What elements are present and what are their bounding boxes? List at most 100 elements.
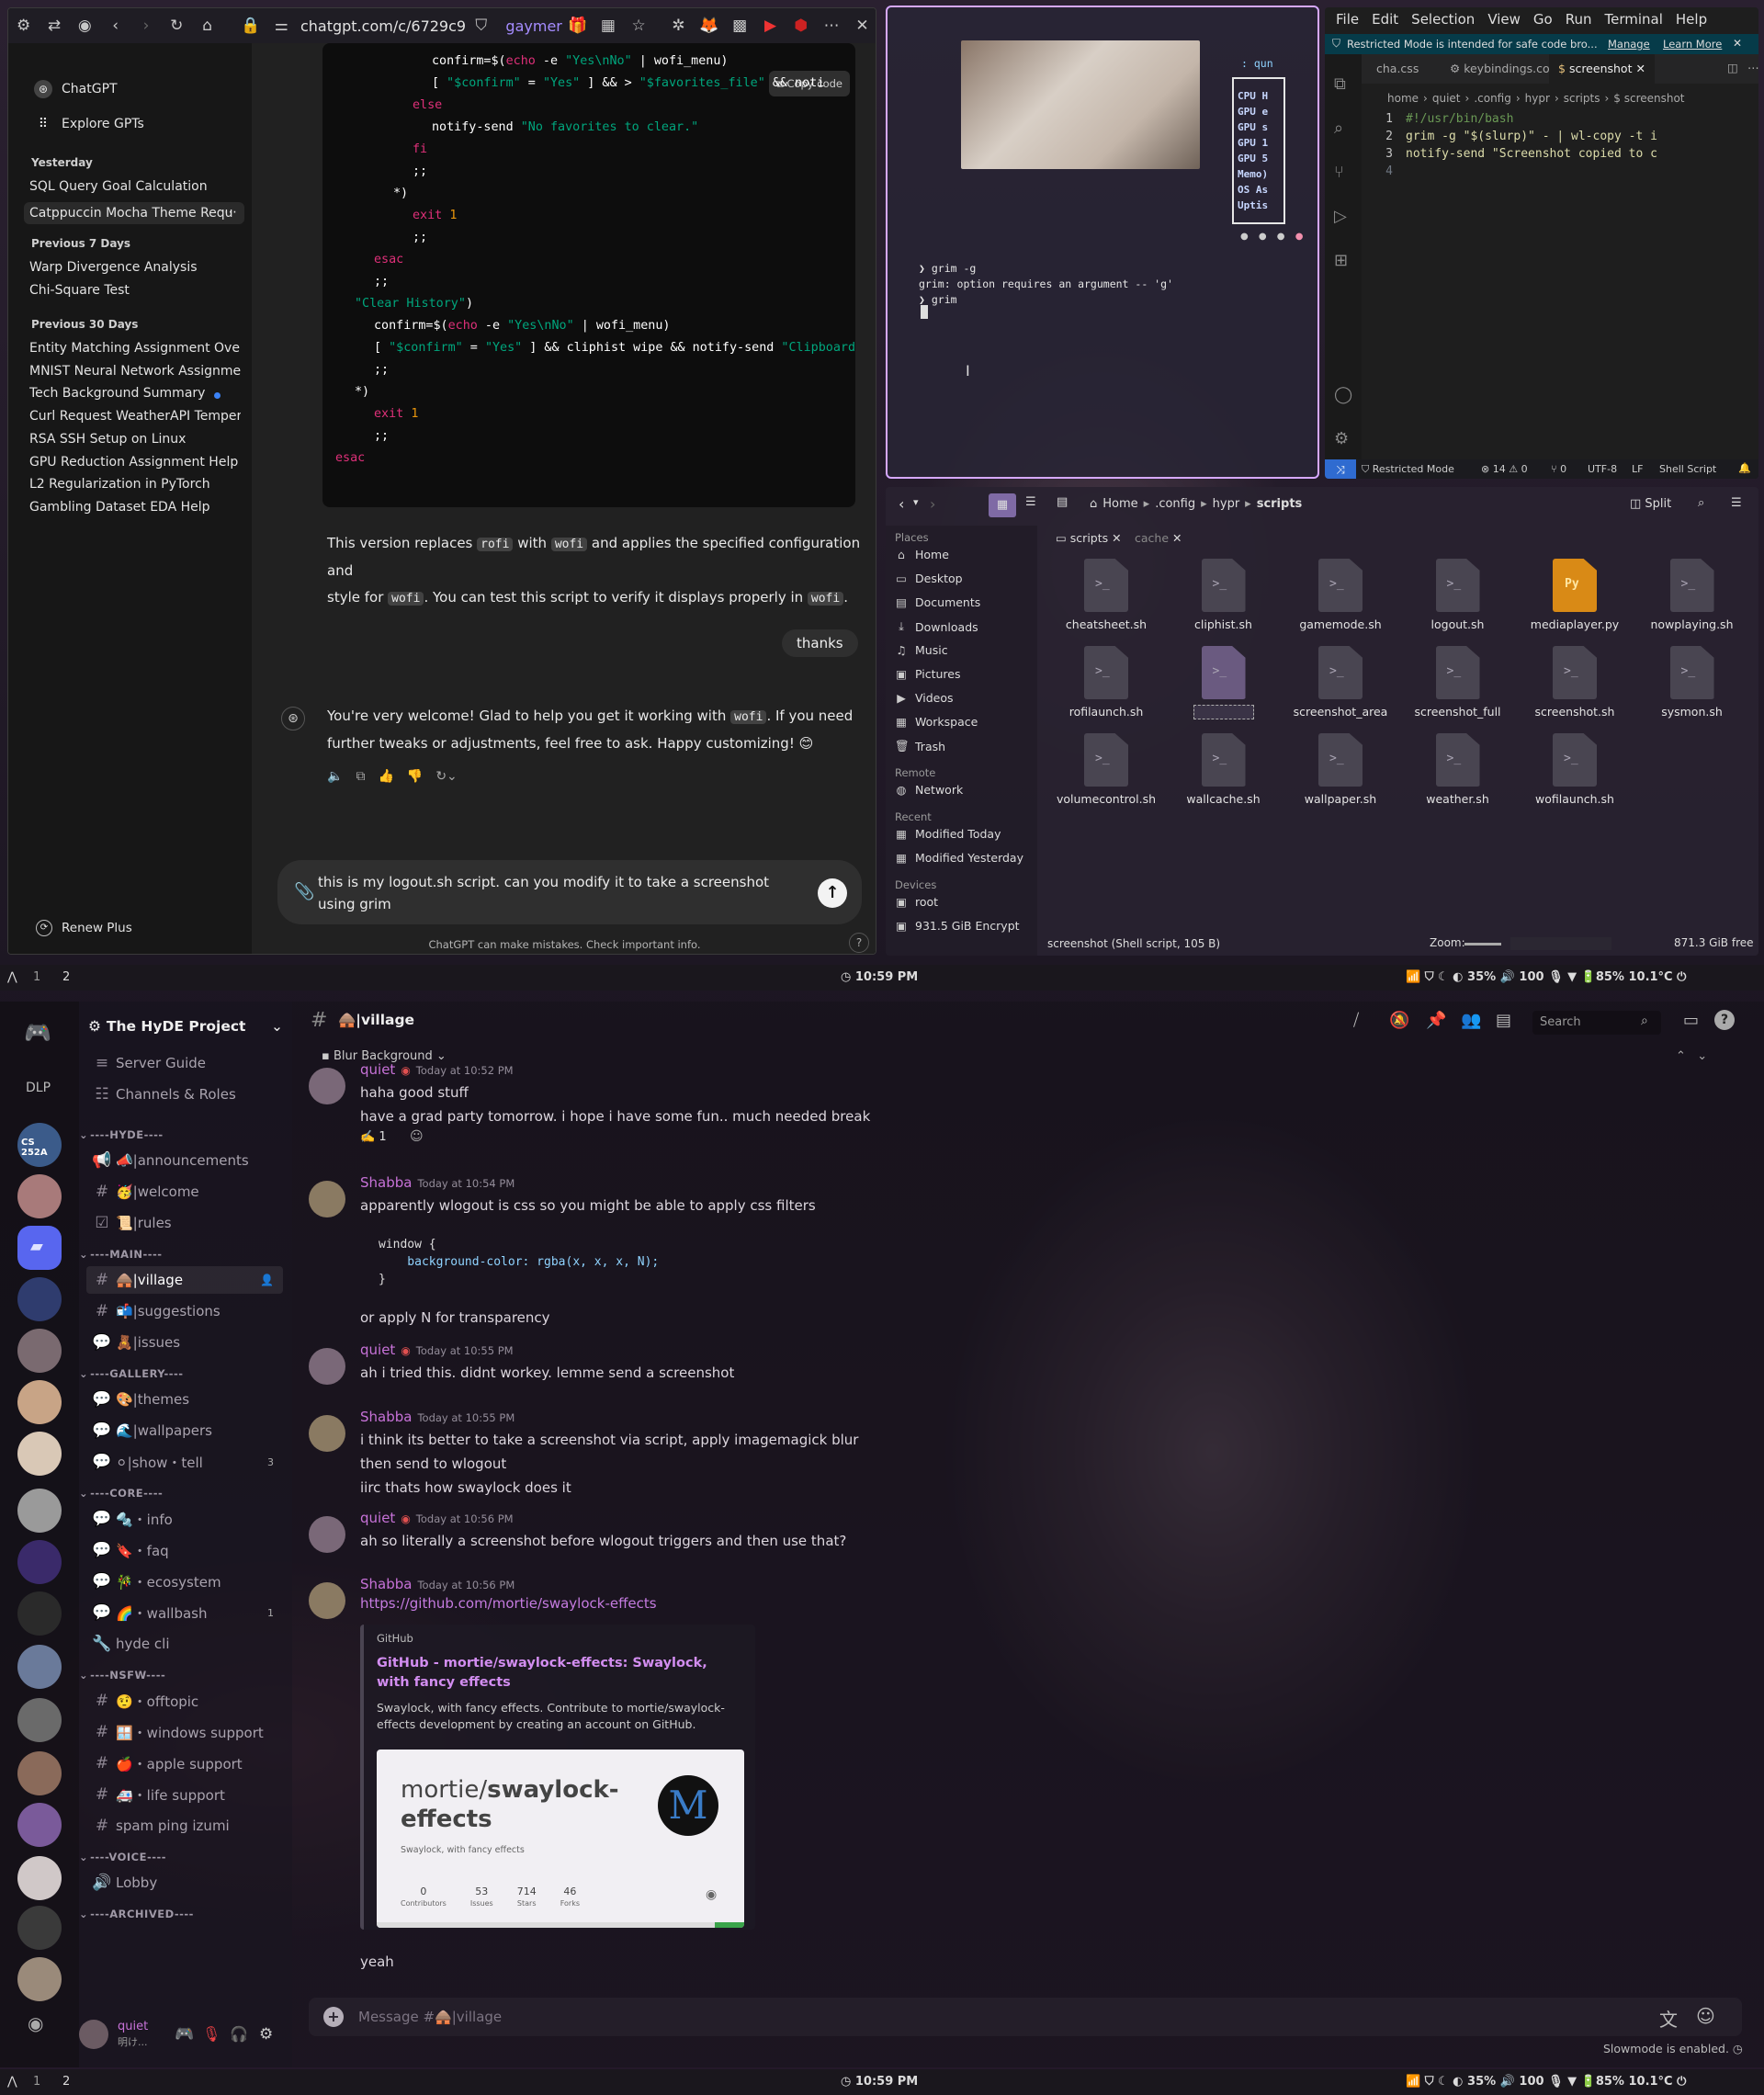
forward-icon[interactable]: › (130, 8, 161, 43)
file-item[interactable]: volumecontrol.sh (1051, 733, 1161, 806)
embed-title[interactable]: GitHub - mortie/swaylock-effects: Swaylo… (377, 1654, 744, 1693)
server-icon[interactable] (17, 1856, 62, 1900)
file-item[interactable]: screenshot.sh (1520, 646, 1630, 719)
channel-category[interactable]: ⌄ ----VOICE---- (79, 1851, 166, 1863)
menu-run[interactable]: Run (1566, 11, 1592, 28)
file-item[interactable]: cheatsheet.sh (1051, 559, 1161, 631)
more-icon[interactable]: ⋯ (1747, 61, 1758, 74)
apps-icon[interactable]: ▩ (725, 8, 755, 43)
channel-item[interactable]: # 📬|suggestions (86, 1297, 283, 1325)
server-icon[interactable] (17, 1329, 62, 1373)
close-banner-icon[interactable]: ✕ (1733, 37, 1742, 50)
channel-item[interactable]: 💬 🎋・ecosystem (86, 1568, 283, 1595)
download-apps-icon[interactable]: ◉ (28, 2012, 43, 2034)
menu-view[interactable]: View (1487, 11, 1521, 28)
channel-category[interactable]: ⌄ ----MAIN---- (79, 1248, 163, 1261)
menu-selection[interactable]: Selection (1411, 11, 1475, 28)
sidebar-conversation[interactable]: Chi-Square Test (29, 283, 241, 298)
tab-keybindings[interactable]: ⚙ keybindings.conf (1450, 62, 1561, 75)
file-item[interactable]: screenshot_area (1285, 646, 1396, 719)
channel-item[interactable]: 💬 🧸|issues (86, 1329, 283, 1356)
message-composer[interactable]: + Message #🛖|village 文 ☺ (309, 1998, 1742, 2036)
headphones-icon[interactable]: 🎧 (230, 2025, 248, 2043)
avatar[interactable] (309, 1068, 345, 1104)
remote-icon[interactable]: ⤨ (1325, 459, 1356, 479)
workspace-2[interactable]: 2 (62, 2075, 70, 2089)
threads-icon[interactable]: ⧸ (1353, 1011, 1359, 1030)
place-item[interactable]: ▦ Modified Yesterday (895, 851, 1023, 865)
prompt-input[interactable]: 📎 this is my logout.sh script. can you m… (277, 860, 862, 924)
channel-item[interactable]: # 🍎・apple support (86, 1750, 283, 1777)
path-segment[interactable]: Home (1102, 497, 1137, 511)
emoji-icon[interactable]: ☺ (1696, 2005, 1715, 2027)
add-attachment-icon[interactable]: + (323, 2007, 344, 2027)
tab-scripts[interactable]: ▭ scripts ✕ (1056, 531, 1122, 545)
channel-item[interactable]: 💬 🔩・info (86, 1505, 283, 1533)
channel-item[interactable]: 💬 🎨|themes (86, 1386, 283, 1413)
file-item[interactable]: screenshot_full (1403, 646, 1513, 719)
split-button[interactable]: ◫ Split (1630, 497, 1671, 511)
place-item[interactable]: ⤓ Downloads (895, 619, 978, 634)
manage-link[interactable]: Manage (1608, 38, 1650, 51)
message-link[interactable]: https://github.com/mortie/swaylock-effec… (360, 1595, 657, 1612)
channel-item[interactable]: 💬 🔖・faq (86, 1536, 283, 1564)
terminal-window[interactable]: : qun CPU H GPU e GPU s GPU 1 GPU 5 Memo) OS A… (886, 6, 1319, 479)
message-author[interactable]: quiet (360, 1342, 395, 1358)
help-icon[interactable]: ? (849, 933, 869, 953)
file-item[interactable]: cliphist.sh (1169, 559, 1279, 631)
channel-category[interactable]: ⌄ ----GALLERY---- (79, 1367, 184, 1380)
menu-icon[interactable]: ☰ (1731, 496, 1742, 510)
server-icon[interactable] (17, 1380, 62, 1424)
add-reaction-icon[interactable]: ☺ (410, 1129, 424, 1144)
server-icon[interactable]: CS 252A (17, 1123, 62, 1167)
server-icon[interactable] (17, 1645, 62, 1689)
server-icon[interactable] (17, 1957, 62, 2001)
nav-item[interactable]: ☷ Channels & Roles (86, 1081, 283, 1108)
dlp-folder[interactable]: DLP (26, 1081, 51, 1095)
scroll-arrows[interactable]: ⌃ ⌄ (1676, 1049, 1707, 1063)
inbox-tray-icon[interactable]: ▭ (1683, 1011, 1699, 1030)
file-item[interactable]: mediaplayer.py (1520, 559, 1630, 631)
controller-icon[interactable]: 🎮 (175, 2025, 194, 2044)
copy-icon[interactable]: ⧉ (356, 769, 365, 784)
menu-file[interactable]: File (1336, 11, 1359, 28)
server-header[interactable]: ⚙ The HyDE Project ⌄ (88, 1011, 283, 1042)
place-item[interactable]: ▣ root (895, 895, 938, 909)
discord-home-icon[interactable]: 🎮 (24, 1020, 51, 1046)
breadcrumb-item[interactable]: $ screenshot (1613, 92, 1684, 105)
clock[interactable]: ◷ 10:59 PM (841, 970, 918, 984)
container-label[interactable]: gaymer (505, 17, 561, 35)
channel-item[interactable]: # spam ping izumi (86, 1812, 283, 1840)
place-item[interactable]: ▭ Desktop (895, 572, 962, 585)
split-editor-icon[interactable]: ◫ (1727, 61, 1738, 74)
workspace-1[interactable]: 1 (33, 970, 40, 984)
language-status[interactable]: Shell Script (1659, 463, 1716, 475)
search-icon[interactable]: ⌕ (1698, 496, 1704, 510)
thumbs-up-icon[interactable]: 👍 (378, 769, 393, 784)
avatar[interactable] (309, 1348, 345, 1385)
message-author[interactable]: quiet (360, 1061, 395, 1078)
user-settings-icon[interactable]: ⚙ (259, 2025, 273, 2044)
bell-icon[interactable]: 🔔 (1738, 462, 1751, 474)
menu-terminal[interactable]: Terminal (1605, 11, 1663, 28)
more-icon[interactable]: ⋯ (816, 8, 846, 43)
avatar[interactable] (309, 1582, 345, 1619)
breadcrumb-item[interactable]: hypr (1525, 92, 1550, 105)
avatar[interactable] (309, 1181, 345, 1217)
file-item[interactable]: rofilaunch.sh (1051, 646, 1161, 719)
file-item[interactable]: wofilaunch.sh (1520, 733, 1630, 806)
sidebar-conversation[interactable]: Catppuccin Mocha Theme Requ ⋯ (24, 201, 244, 224)
channel-item[interactable]: # 🥳|welcome (86, 1178, 283, 1206)
sidebar-conversation[interactable]: Curl Request WeatherAPI Tempera (29, 409, 241, 424)
sidebar-conversation[interactable]: L2 Regularization in PyTorch (29, 477, 241, 492)
place-item[interactable]: ⌂ Home (895, 548, 949, 561)
server-icon[interactable] (17, 1489, 62, 1533)
sidebar-conversation[interactable]: Gambling Dataset EDA Help (29, 500, 241, 515)
url-bar[interactable]: chatgpt.com/c/6729c9 (300, 17, 466, 35)
sidebar-conversation[interactable]: Entity Matching Assignment Overv (29, 341, 241, 356)
channel-item[interactable]: 📢 📣|announcements (86, 1147, 283, 1174)
members-icon[interactable]: 👥 (1461, 1011, 1481, 1030)
reload-icon[interactable]: ↻ (162, 8, 192, 43)
forward-icon[interactable]: › (930, 495, 935, 513)
file-item[interactable]: logout.sh (1403, 559, 1513, 631)
